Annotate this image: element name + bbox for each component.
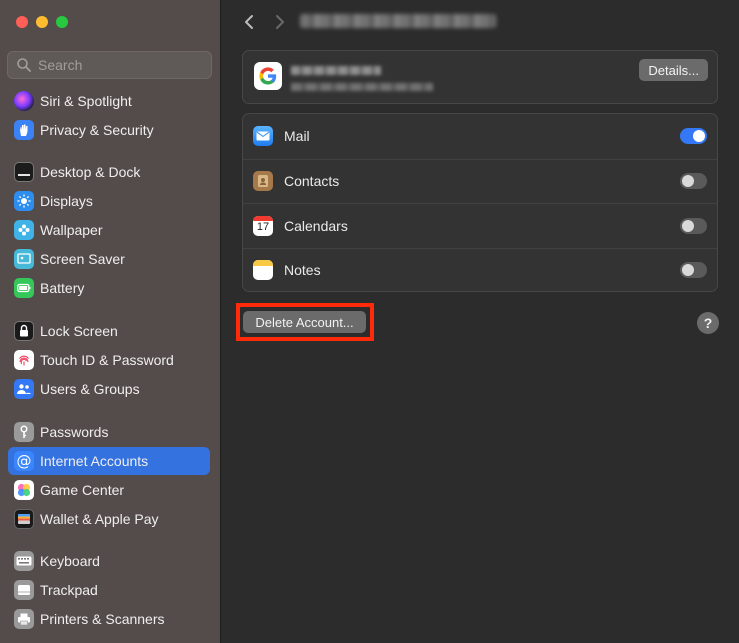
window-controls xyxy=(16,16,68,28)
sidebar-item-keyboard[interactable]: Keyboard xyxy=(8,547,210,575)
google-logo-icon xyxy=(254,62,282,90)
siri-icon xyxy=(14,91,34,111)
flower-icon xyxy=(14,220,34,240)
service-row-contacts: Contacts xyxy=(243,158,717,204)
redacted-account-name xyxy=(291,66,381,75)
sidebar-item-label: Wallpaper xyxy=(40,222,103,238)
sidebar-item-label: Privacy & Security xyxy=(40,122,154,138)
sidebar-item-battery[interactable]: Battery xyxy=(8,274,210,302)
service-label: Calendars xyxy=(284,217,348,234)
sidebar-item-label: Siri & Spotlight xyxy=(40,93,132,109)
dock-icon xyxy=(14,162,34,182)
lock-icon xyxy=(14,321,34,341)
services-list: Mail Contacts 17 Calendars Notes xyxy=(242,113,718,292)
trackpad-icon xyxy=(14,580,34,600)
search-icon xyxy=(17,58,31,72)
users-icon xyxy=(14,379,34,399)
service-row-mail: Mail xyxy=(243,114,717,159)
sidebar-item-internet-accounts[interactable]: @ Internet Accounts xyxy=(8,447,210,475)
sidebar: Siri & Spotlight Privacy & Security Desk… xyxy=(0,0,221,643)
battery-icon xyxy=(14,278,34,298)
service-row-notes: Notes xyxy=(243,247,717,293)
key-icon xyxy=(14,422,34,442)
game-center-icon xyxy=(14,480,34,500)
sun-icon xyxy=(14,191,34,211)
sidebar-item-label: Passwords xyxy=(40,424,109,440)
help-button[interactable]: ? xyxy=(697,312,719,334)
sidebar-item-wallpaper[interactable]: Wallpaper xyxy=(8,216,210,244)
sidebar-item-game-center[interactable]: Game Center xyxy=(8,476,210,504)
at-icon: @ xyxy=(14,451,34,471)
sidebar-item-label: Displays xyxy=(40,193,93,209)
sidebar-item-label: Keyboard xyxy=(40,553,100,569)
sidebar-item-label: Wallet & Apple Pay xyxy=(40,511,159,527)
sidebar-item-touch-id-password[interactable]: Touch ID & Password xyxy=(8,346,210,374)
chevron-right-icon xyxy=(276,15,284,29)
calendars-toggle[interactable] xyxy=(680,217,707,234)
notes-icon xyxy=(253,260,273,281)
sidebar-item-trackpad[interactable]: Trackpad xyxy=(8,576,210,604)
chevron-left-icon xyxy=(245,15,253,29)
search-field[interactable] xyxy=(7,51,212,79)
details-button[interactable]: Details... xyxy=(639,59,708,81)
wallet-icon xyxy=(14,509,34,529)
sidebar-item-users-groups[interactable]: Users & Groups xyxy=(8,375,210,403)
sidebar-item-siri-spotlight[interactable]: Siri & Spotlight xyxy=(8,87,210,115)
hand-icon xyxy=(14,120,34,140)
sidebar-item-lock-screen[interactable]: Lock Screen xyxy=(8,317,210,345)
redacted-window-title xyxy=(300,14,496,28)
sidebar-item-passwords[interactable]: Passwords xyxy=(8,418,210,446)
mail-icon xyxy=(253,126,273,147)
fingerprint-icon xyxy=(14,350,34,370)
sidebar-item-label: Desktop & Dock xyxy=(40,164,141,180)
contacts-toggle[interactable] xyxy=(680,173,707,190)
close-window-button[interactable] xyxy=(16,16,28,28)
search-input[interactable] xyxy=(38,57,198,73)
sidebar-item-label: Internet Accounts xyxy=(40,453,149,469)
sidebar-item-label: Battery xyxy=(40,280,85,296)
screensaver-icon xyxy=(14,249,34,269)
contacts-icon xyxy=(253,171,273,192)
sidebar-item-displays[interactable]: Displays xyxy=(8,187,210,215)
sidebar-item-wallet-apple-pay[interactable]: Wallet & Apple Pay xyxy=(8,505,210,533)
service-label: Notes xyxy=(284,262,321,279)
sidebar-item-label: Game Center xyxy=(40,482,125,498)
calendar-icon: 17 xyxy=(253,215,273,236)
sidebar-item-label: Printers & Scanners xyxy=(40,611,165,627)
sidebar-item-label: Users & Groups xyxy=(40,381,140,397)
service-label: Contacts xyxy=(284,173,340,190)
service-row-calendars: 17 Calendars xyxy=(243,203,717,248)
minimize-window-button[interactable] xyxy=(36,16,48,28)
sidebar-item-privacy-security[interactable]: Privacy & Security xyxy=(8,116,210,144)
sidebar-item-label: Trackpad xyxy=(40,582,98,598)
sidebar-item-desktop-dock[interactable]: Desktop & Dock xyxy=(8,158,210,186)
mail-toggle[interactable] xyxy=(680,128,707,145)
sidebar-item-label: Screen Saver xyxy=(40,251,125,267)
delete-account-button[interactable]: Delete Account... xyxy=(243,311,366,333)
service-label: Mail xyxy=(284,128,310,145)
forward-button[interactable] xyxy=(270,12,290,32)
zoom-window-button[interactable] xyxy=(56,16,68,28)
sidebar-item-printers-scanners[interactable]: Printers & Scanners xyxy=(8,605,210,633)
back-button[interactable] xyxy=(239,12,259,32)
keyboard-icon xyxy=(14,551,34,571)
sidebar-item-label: Touch ID & Password xyxy=(40,352,174,368)
redacted-account-email xyxy=(291,83,433,91)
printer-icon xyxy=(14,609,34,629)
notes-toggle[interactable] xyxy=(680,262,707,279)
sidebar-item-label: Lock Screen xyxy=(40,323,118,339)
calendar-day: 17 xyxy=(256,220,270,233)
account-header-card: Details... xyxy=(242,50,718,104)
sidebar-item-screen-saver[interactable]: Screen Saver xyxy=(8,245,210,273)
